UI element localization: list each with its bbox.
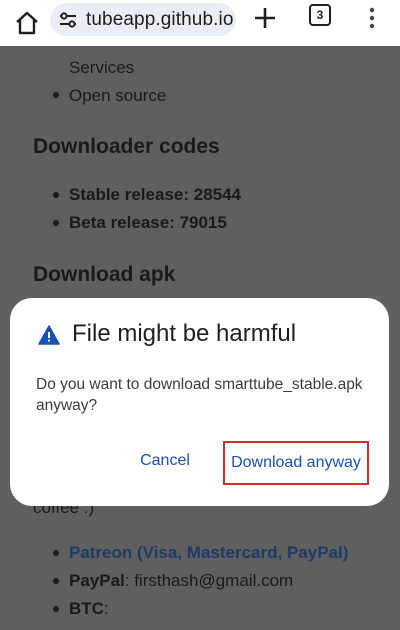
more-menu-icon[interactable]: [362, 5, 382, 31]
new-tab-icon[interactable]: [252, 5, 278, 31]
warning-icon: [38, 325, 60, 345]
browser-toolbar: tubeapp.github.io 3: [0, 0, 400, 46]
address-bar[interactable]: tubeapp.github.io: [50, 3, 236, 36]
list-item: Open source: [69, 86, 167, 105]
bullet-dot: [53, 92, 59, 98]
bullet-dot: [53, 606, 59, 612]
list-item-text: Services: [69, 58, 135, 77]
url-text[interactable]: tubeapp.github.io: [86, 9, 234, 31]
bullet-dot: [53, 192, 59, 198]
patreon-link[interactable]: Patreon (Visa, Mastercard, PayPal): [69, 543, 348, 563]
paypal-label: PayPal: [69, 571, 125, 590]
paypal-value: : firsthash@gmail.com: [124, 571, 294, 590]
bullet-dot: [53, 220, 59, 226]
bullet-dot: [53, 550, 59, 556]
section-heading-codes: Downloader codes: [33, 135, 220, 158]
btc-value: :: [103, 599, 109, 618]
btc-label: BTC: [69, 599, 104, 618]
list-item: Beta release: 79015: [69, 213, 227, 232]
bullet-dot: [53, 578, 59, 584]
download-warning-dialog: File might be harmful Do you want to dow…: [10, 298, 389, 506]
list-item: Stable release: 28544: [69, 185, 242, 204]
cancel-button[interactable]: Cancel: [128, 446, 202, 476]
download-anyway-button[interactable]: Download anyway: [223, 441, 369, 485]
dialog-title: File might be harmful: [72, 320, 297, 347]
tab-switcher-button[interactable]: 3: [309, 4, 331, 26]
home-icon[interactable]: [14, 11, 40, 35]
list-item: PayPal: firsthash@gmail.com: [69, 571, 293, 591]
section-heading-apk: Download apk: [33, 263, 176, 286]
list-item: BTC:: [69, 599, 109, 619]
site-settings-icon[interactable]: [59, 11, 77, 29]
dialog-message: Do you want to download smarttube_stable…: [36, 376, 363, 414]
